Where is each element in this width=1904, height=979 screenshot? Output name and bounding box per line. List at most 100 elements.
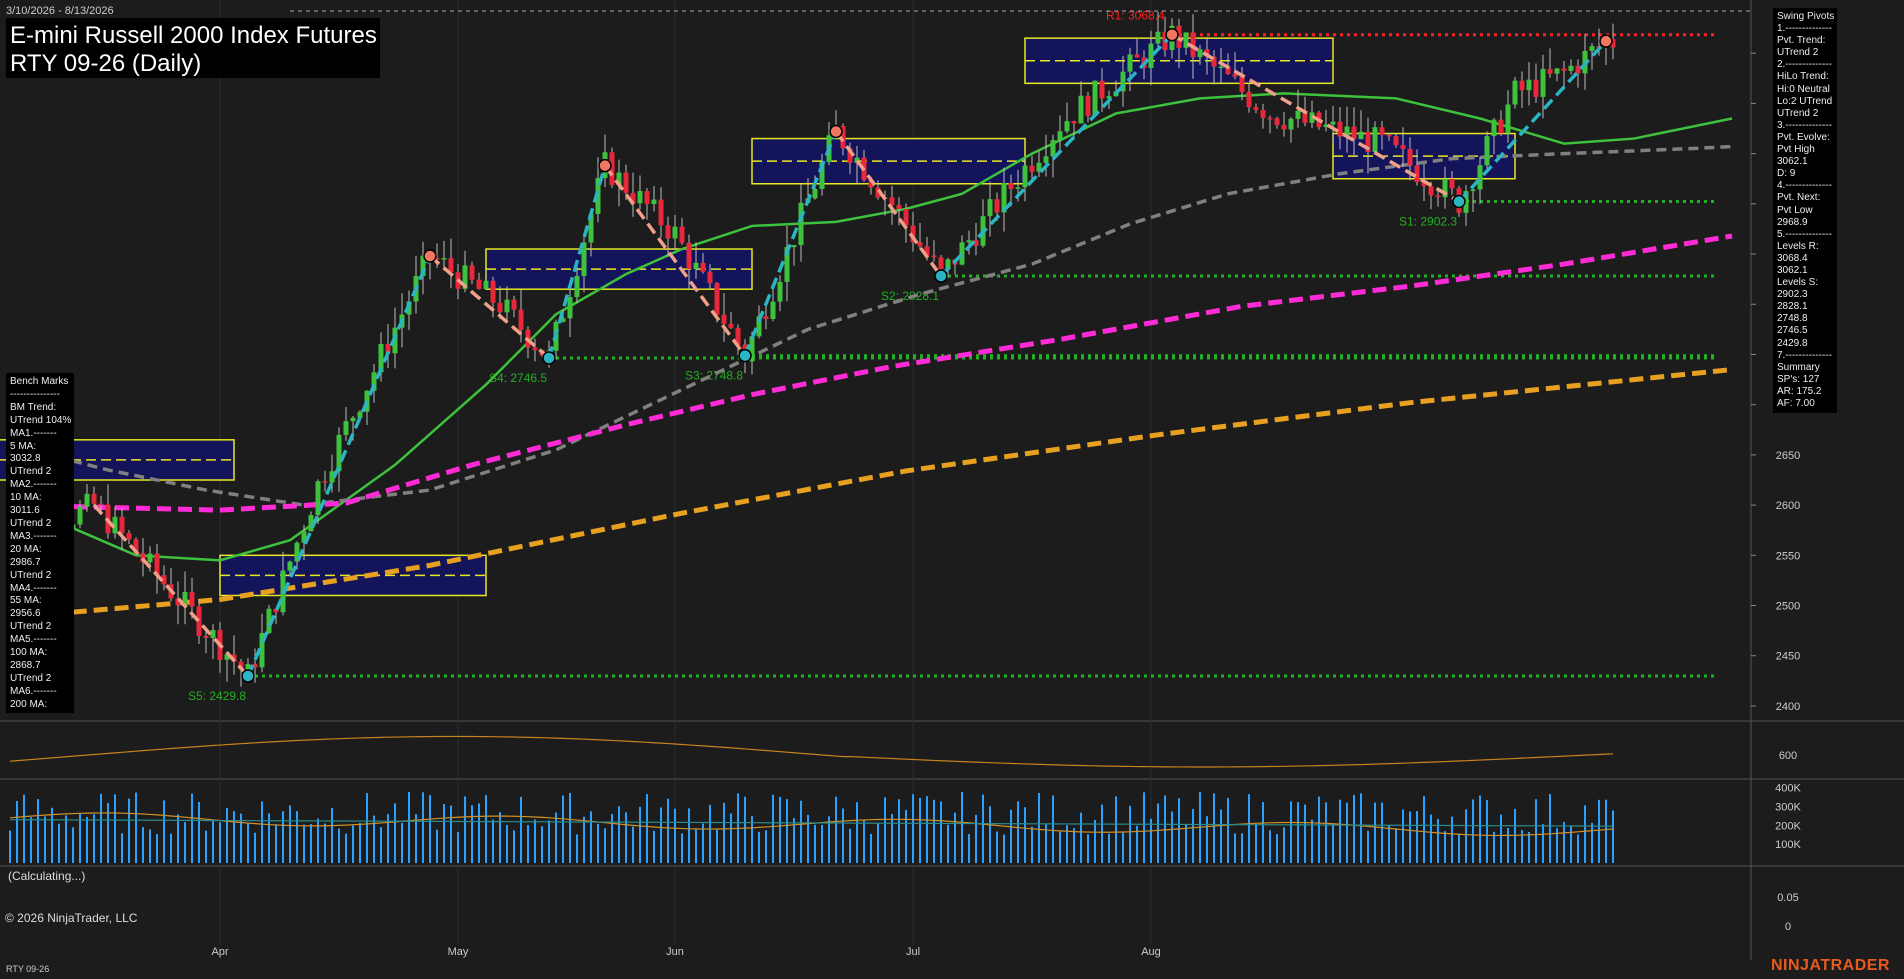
- y-tick-label: 2400: [1776, 701, 1800, 713]
- pivot-high-marker: [1165, 27, 1179, 42]
- candle-body: [1407, 148, 1413, 166]
- pivot-line: AR: 175.2: [1777, 385, 1822, 397]
- benchmark-line: 200 MA:: [10, 698, 48, 710]
- candle-body: [651, 199, 657, 205]
- candle-body: [1414, 165, 1420, 183]
- candle-body: [1435, 195, 1441, 198]
- candle-body: [448, 258, 454, 273]
- candle-body: [483, 280, 489, 289]
- y-tick-label: 2550: [1776, 550, 1800, 562]
- candle-body: [1057, 131, 1063, 141]
- candle-body: [518, 309, 524, 330]
- x-tick-label: Aug: [1141, 946, 1161, 958]
- candle-body: [728, 323, 734, 328]
- candle-body: [707, 271, 713, 284]
- candle-body: [1050, 140, 1056, 157]
- x-tick-label: May: [448, 946, 469, 958]
- price-chart[interactable]: Apr May Jun Jul Aug 2400 2450 2500 2550 2600 2650 2…: [0, 0, 1904, 979]
- benchmark-line: MA6.-------: [10, 685, 57, 697]
- pivot-line: D: 9: [1777, 168, 1796, 180]
- pivot-high-marker: [598, 158, 612, 173]
- candle-body: [1400, 145, 1406, 149]
- candle-body: [203, 635, 209, 638]
- candle-body: [1043, 156, 1049, 163]
- candle-body: [1008, 183, 1014, 189]
- candle-body: [1449, 178, 1455, 189]
- benchmark-line: MA5.-------: [10, 634, 57, 646]
- candle-body: [714, 283, 720, 315]
- candle-body: [343, 421, 349, 435]
- candle-body: [1568, 65, 1574, 71]
- candle-body: [1561, 68, 1567, 71]
- pivot-line: 3068.4: [1777, 252, 1808, 264]
- benchmark-line: 5 MA:: [10, 440, 37, 452]
- pivot-line: 2902.3: [1777, 289, 1808, 301]
- candle-body: [1379, 127, 1385, 135]
- x-tick-label: Jun: [666, 946, 684, 958]
- candle-body: [567, 297, 573, 319]
- pivot-line: Summary: [1777, 361, 1820, 373]
- candle-body: [938, 257, 944, 270]
- candle-body: [1064, 121, 1070, 132]
- pivot-low-marker: [934, 269, 948, 283]
- candle-body: [1127, 54, 1133, 72]
- pivot-line: Lo:2 UTrend: [1777, 95, 1833, 107]
- candle-body: [1589, 46, 1595, 51]
- pivot-line: Levels S:: [1777, 277, 1819, 289]
- candle-body: [1071, 121, 1077, 124]
- pivot-line: AF: 7.00: [1777, 398, 1815, 409]
- candle-body: [532, 347, 538, 351]
- benchmark-line: UTrend 2: [10, 466, 52, 478]
- support-label: S3: 2748.8: [685, 369, 743, 383]
- benchmark-line: 3032.8: [10, 453, 41, 465]
- candle-body: [1477, 165, 1483, 190]
- candle-body: [623, 172, 629, 193]
- candle-body: [1288, 118, 1294, 130]
- candle-body: [1386, 134, 1392, 137]
- contract-title: RTY 09-26 (Daily): [10, 50, 202, 77]
- pivot-low-marker: [241, 669, 255, 683]
- candle-body: [686, 242, 692, 270]
- candle-body: [644, 191, 650, 205]
- candle-body: [441, 258, 447, 260]
- benchmark-line: 2868.7: [10, 659, 41, 671]
- pivot-line: 5.--------------: [1777, 228, 1832, 240]
- ticker-footer: RTY 09-26: [6, 964, 50, 974]
- copyright: © 2026 NinjaTrader, LLC: [5, 911, 138, 925]
- benchmark-line: 55 MA:: [10, 595, 42, 607]
- brand-logo: NINJATRADER: [1771, 957, 1890, 974]
- candle-body: [966, 240, 972, 243]
- candle-body: [763, 316, 769, 320]
- pivot-line: UTrend 2: [1777, 107, 1819, 119]
- pivot-line: Pvt. Next:: [1777, 192, 1821, 204]
- pivot-line: Pvt. Evolve:: [1777, 131, 1830, 143]
- candle-body: [1519, 80, 1525, 91]
- benchmark-line: UTrend 2: [10, 672, 52, 684]
- pivot-line: 4.--------------: [1777, 180, 1832, 192]
- pivot-line: Pvt Low: [1777, 204, 1813, 216]
- candle-body: [679, 226, 685, 243]
- candle-body: [119, 516, 125, 534]
- pivot-line: 2746.5: [1777, 325, 1808, 337]
- lower-tick-label: 0.05: [1777, 892, 1798, 904]
- candle-body: [1330, 121, 1336, 125]
- pivot-line: 2429.8: [1777, 337, 1808, 349]
- candle-body: [1484, 136, 1490, 166]
- candle-body: [1078, 95, 1084, 124]
- candle-body: [1540, 68, 1546, 97]
- pivot-low-marker: [542, 351, 556, 365]
- candle-body: [896, 205, 902, 209]
- benchmark-line: 20 MA:: [10, 543, 42, 555]
- benchmark-line: BM Trend:: [10, 401, 57, 413]
- pivot-line: Pvt. Trend:: [1777, 35, 1826, 47]
- pivot-line: 2968.9: [1777, 216, 1808, 228]
- candle-body: [350, 417, 356, 422]
- pivot-line: SP's: 127: [1777, 373, 1820, 385]
- pivot-line: 2.--------------: [1777, 59, 1832, 71]
- candle-body: [189, 591, 195, 607]
- candle-body: [476, 279, 482, 289]
- candle-body: [693, 262, 699, 270]
- volume-tick-label: 300K: [1775, 801, 1801, 813]
- candle-body: [490, 280, 496, 303]
- candle-body: [1554, 68, 1560, 74]
